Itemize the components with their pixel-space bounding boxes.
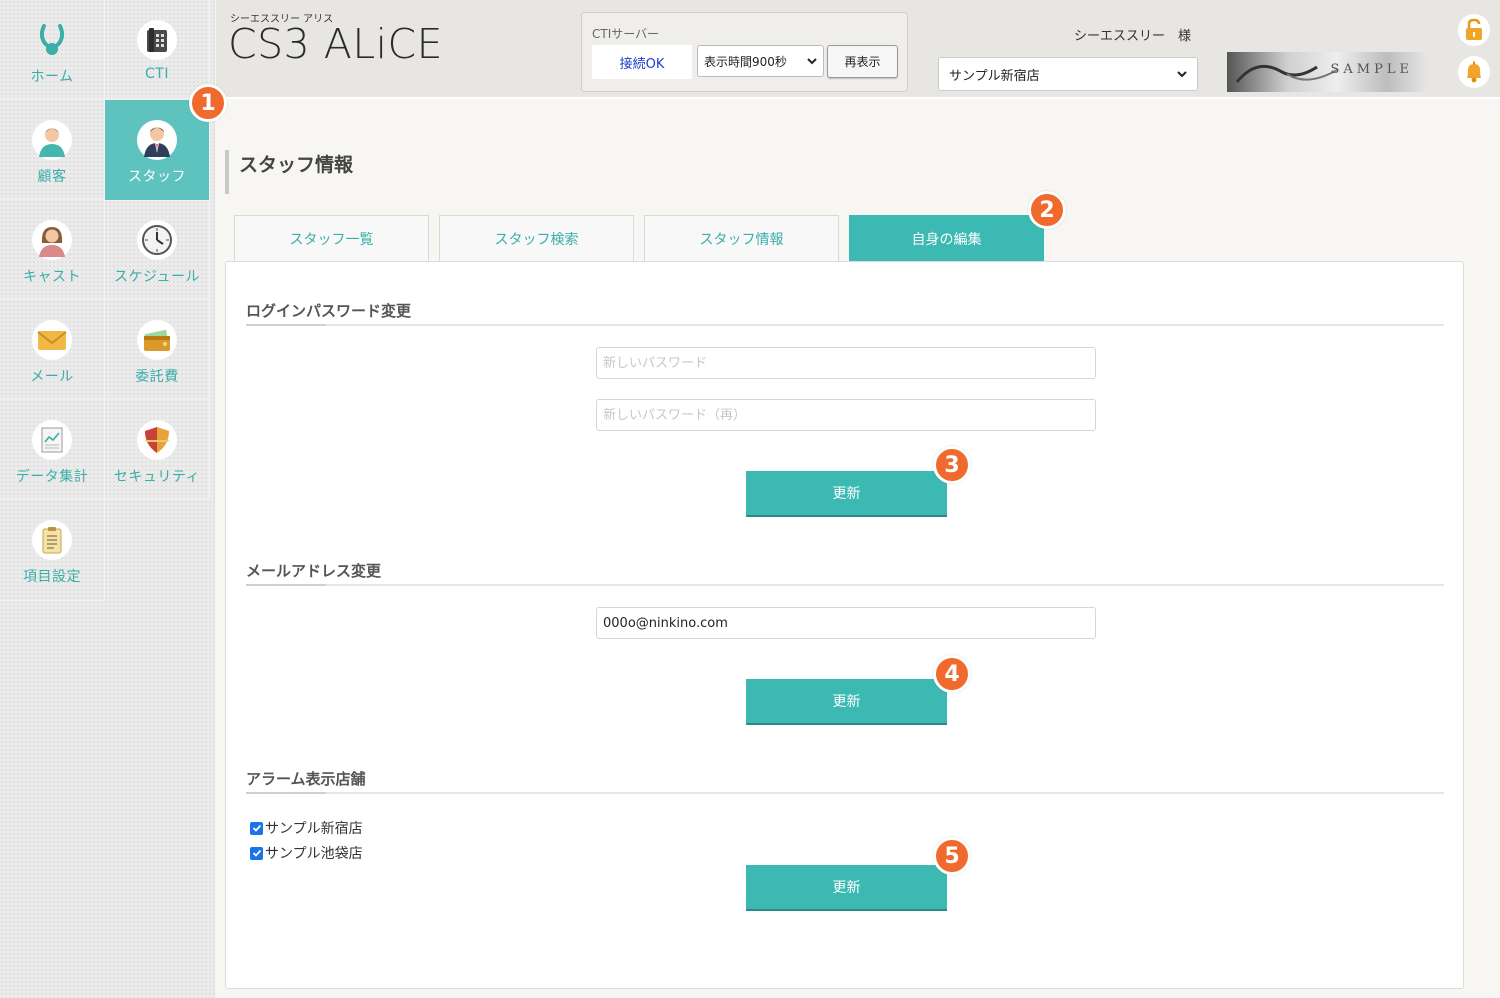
section-divider bbox=[246, 792, 1444, 794]
cti-panel: CTIサーバー 接続OK 表示時間900秒 再表示 bbox=[581, 12, 908, 92]
cast-icon bbox=[32, 220, 72, 260]
checkbox-label: サンプル池袋店 bbox=[265, 846, 363, 862]
step-marker-5: 5 bbox=[933, 837, 971, 875]
store-select[interactable]: サンプル新宿店 bbox=[938, 57, 1198, 91]
sidebar-item-label: CTI bbox=[145, 66, 169, 82]
cti-status: 接続OK bbox=[592, 45, 692, 79]
sidebar-item-label: セキュリティ bbox=[113, 469, 201, 485]
display-time-select[interactable]: 表示時間900秒 bbox=[697, 45, 824, 77]
brand-title[interactable]: CS3 ALiCE bbox=[228, 20, 443, 68]
alarm-section-title: アラーム表示店舗 bbox=[246, 770, 366, 788]
section-divider bbox=[246, 324, 1444, 326]
customer-icon bbox=[32, 120, 72, 160]
update-alarm-button[interactable]: 更新 bbox=[746, 865, 947, 911]
sidebar-item-cti[interactable]: CTI bbox=[105, 0, 210, 99]
clipboard-icon bbox=[32, 520, 72, 560]
step-marker-4: 4 bbox=[933, 655, 971, 693]
clock-icon bbox=[137, 220, 177, 260]
sidebar-item-settings[interactable]: 項目設定 bbox=[0, 500, 105, 601]
wallet-icon bbox=[137, 320, 177, 360]
user-name: シーエススリー 様 bbox=[1074, 29, 1192, 44]
email-section-title: メールアドレス変更 bbox=[246, 562, 382, 580]
sidebar-item-label: ホーム bbox=[30, 69, 74, 85]
sidebar-item-customer[interactable]: 顧客 bbox=[0, 100, 105, 199]
sidebar-item-label: 項目設定 bbox=[23, 569, 81, 585]
sidebar-item-mail[interactable]: メール bbox=[0, 300, 105, 399]
banner-text: SAMPLE bbox=[1330, 62, 1413, 77]
confirm-password-input[interactable] bbox=[596, 399, 1096, 431]
phone-icon bbox=[137, 20, 177, 60]
alarm-store-checkbox-row[interactable]: サンプル池袋店 bbox=[250, 843, 363, 863]
bunny-icon bbox=[32, 20, 72, 60]
sidebar-item-label: 委託費 bbox=[135, 369, 179, 385]
bell-icon[interactable] bbox=[1458, 56, 1490, 88]
staff-icon bbox=[137, 120, 177, 160]
store-select-value: サンプル新宿店 bbox=[949, 68, 1040, 84]
sidebar-item-data[interactable]: データ集計 bbox=[0, 400, 105, 499]
sidebar-item-label: データ集計 bbox=[15, 469, 89, 485]
new-password-input[interactable] bbox=[596, 347, 1096, 379]
chevron-down-icon bbox=[1177, 67, 1187, 82]
tab-staff-search[interactable]: スタッフ検索 bbox=[439, 215, 634, 261]
step-marker-3: 3 bbox=[933, 446, 971, 484]
tab-staff-info[interactable]: スタッフ情報 bbox=[644, 215, 839, 261]
sidebar-item-label: スタッフ bbox=[128, 169, 186, 185]
sidebar-item-schedule[interactable]: スケジュール bbox=[105, 200, 210, 299]
tab-staff-list[interactable]: スタッフ一覧 bbox=[234, 215, 429, 261]
sidebar-item-label: メール bbox=[30, 369, 74, 385]
step-marker-2: 2 bbox=[1028, 191, 1066, 229]
edit-panel: ログインパスワード変更 更新 メールアドレス変更 更新 アラーム表示店舗 サンプ… bbox=[225, 261, 1464, 989]
sidebar-item-label: 顧客 bbox=[37, 169, 67, 185]
checkbox-label: サンプル新宿店 bbox=[265, 821, 363, 837]
update-email-button[interactable]: 更新 bbox=[746, 679, 947, 725]
sidebar-item-cast[interactable]: キャスト bbox=[0, 200, 105, 299]
alarm-store-checkbox-row[interactable]: サンプル新宿店 bbox=[250, 818, 363, 838]
sidebar-item-home[interactable]: ホーム bbox=[0, 0, 105, 99]
password-section-title: ログインパスワード変更 bbox=[246, 302, 412, 320]
checkbox-checked[interactable] bbox=[250, 821, 263, 835]
cti-label: CTIサーバー bbox=[592, 27, 660, 41]
refresh-button[interactable]: 再表示 bbox=[827, 45, 898, 78]
sidebar-item-label: キャスト bbox=[23, 269, 81, 285]
shield-icon bbox=[137, 420, 177, 460]
chevron-down-icon bbox=[807, 54, 817, 68]
email-input[interactable] bbox=[596, 607, 1096, 639]
mail-icon bbox=[32, 320, 72, 360]
section-divider bbox=[246, 584, 1444, 586]
unlock-icon[interactable] bbox=[1458, 14, 1490, 46]
update-password-button[interactable]: 更新 bbox=[746, 471, 947, 517]
store-banner: SAMPLE bbox=[1227, 52, 1427, 92]
display-time-value: 表示時間900秒 bbox=[704, 54, 787, 69]
sidebar-item-security[interactable]: セキュリティ bbox=[105, 400, 210, 499]
top-header: シーエススリー アリス CS3 ALiCE CTIサーバー 接続OK 表示時間9… bbox=[216, 0, 1500, 99]
sidebar-item-commission[interactable]: 委託費 bbox=[105, 300, 210, 399]
tab-self-edit[interactable]: 自身の編集 bbox=[849, 215, 1044, 261]
checkbox-checked[interactable] bbox=[250, 846, 263, 860]
step-marker-1: 1 bbox=[189, 84, 227, 122]
sidebar: ホーム CTI 顧客 スタッフ キャスト スケジュール メール 委託費 データ集… bbox=[0, 0, 215, 998]
sidebar-item-label: スケジュール bbox=[113, 269, 201, 285]
report-icon bbox=[32, 420, 72, 460]
page-title: スタッフ情報 bbox=[225, 150, 353, 194]
